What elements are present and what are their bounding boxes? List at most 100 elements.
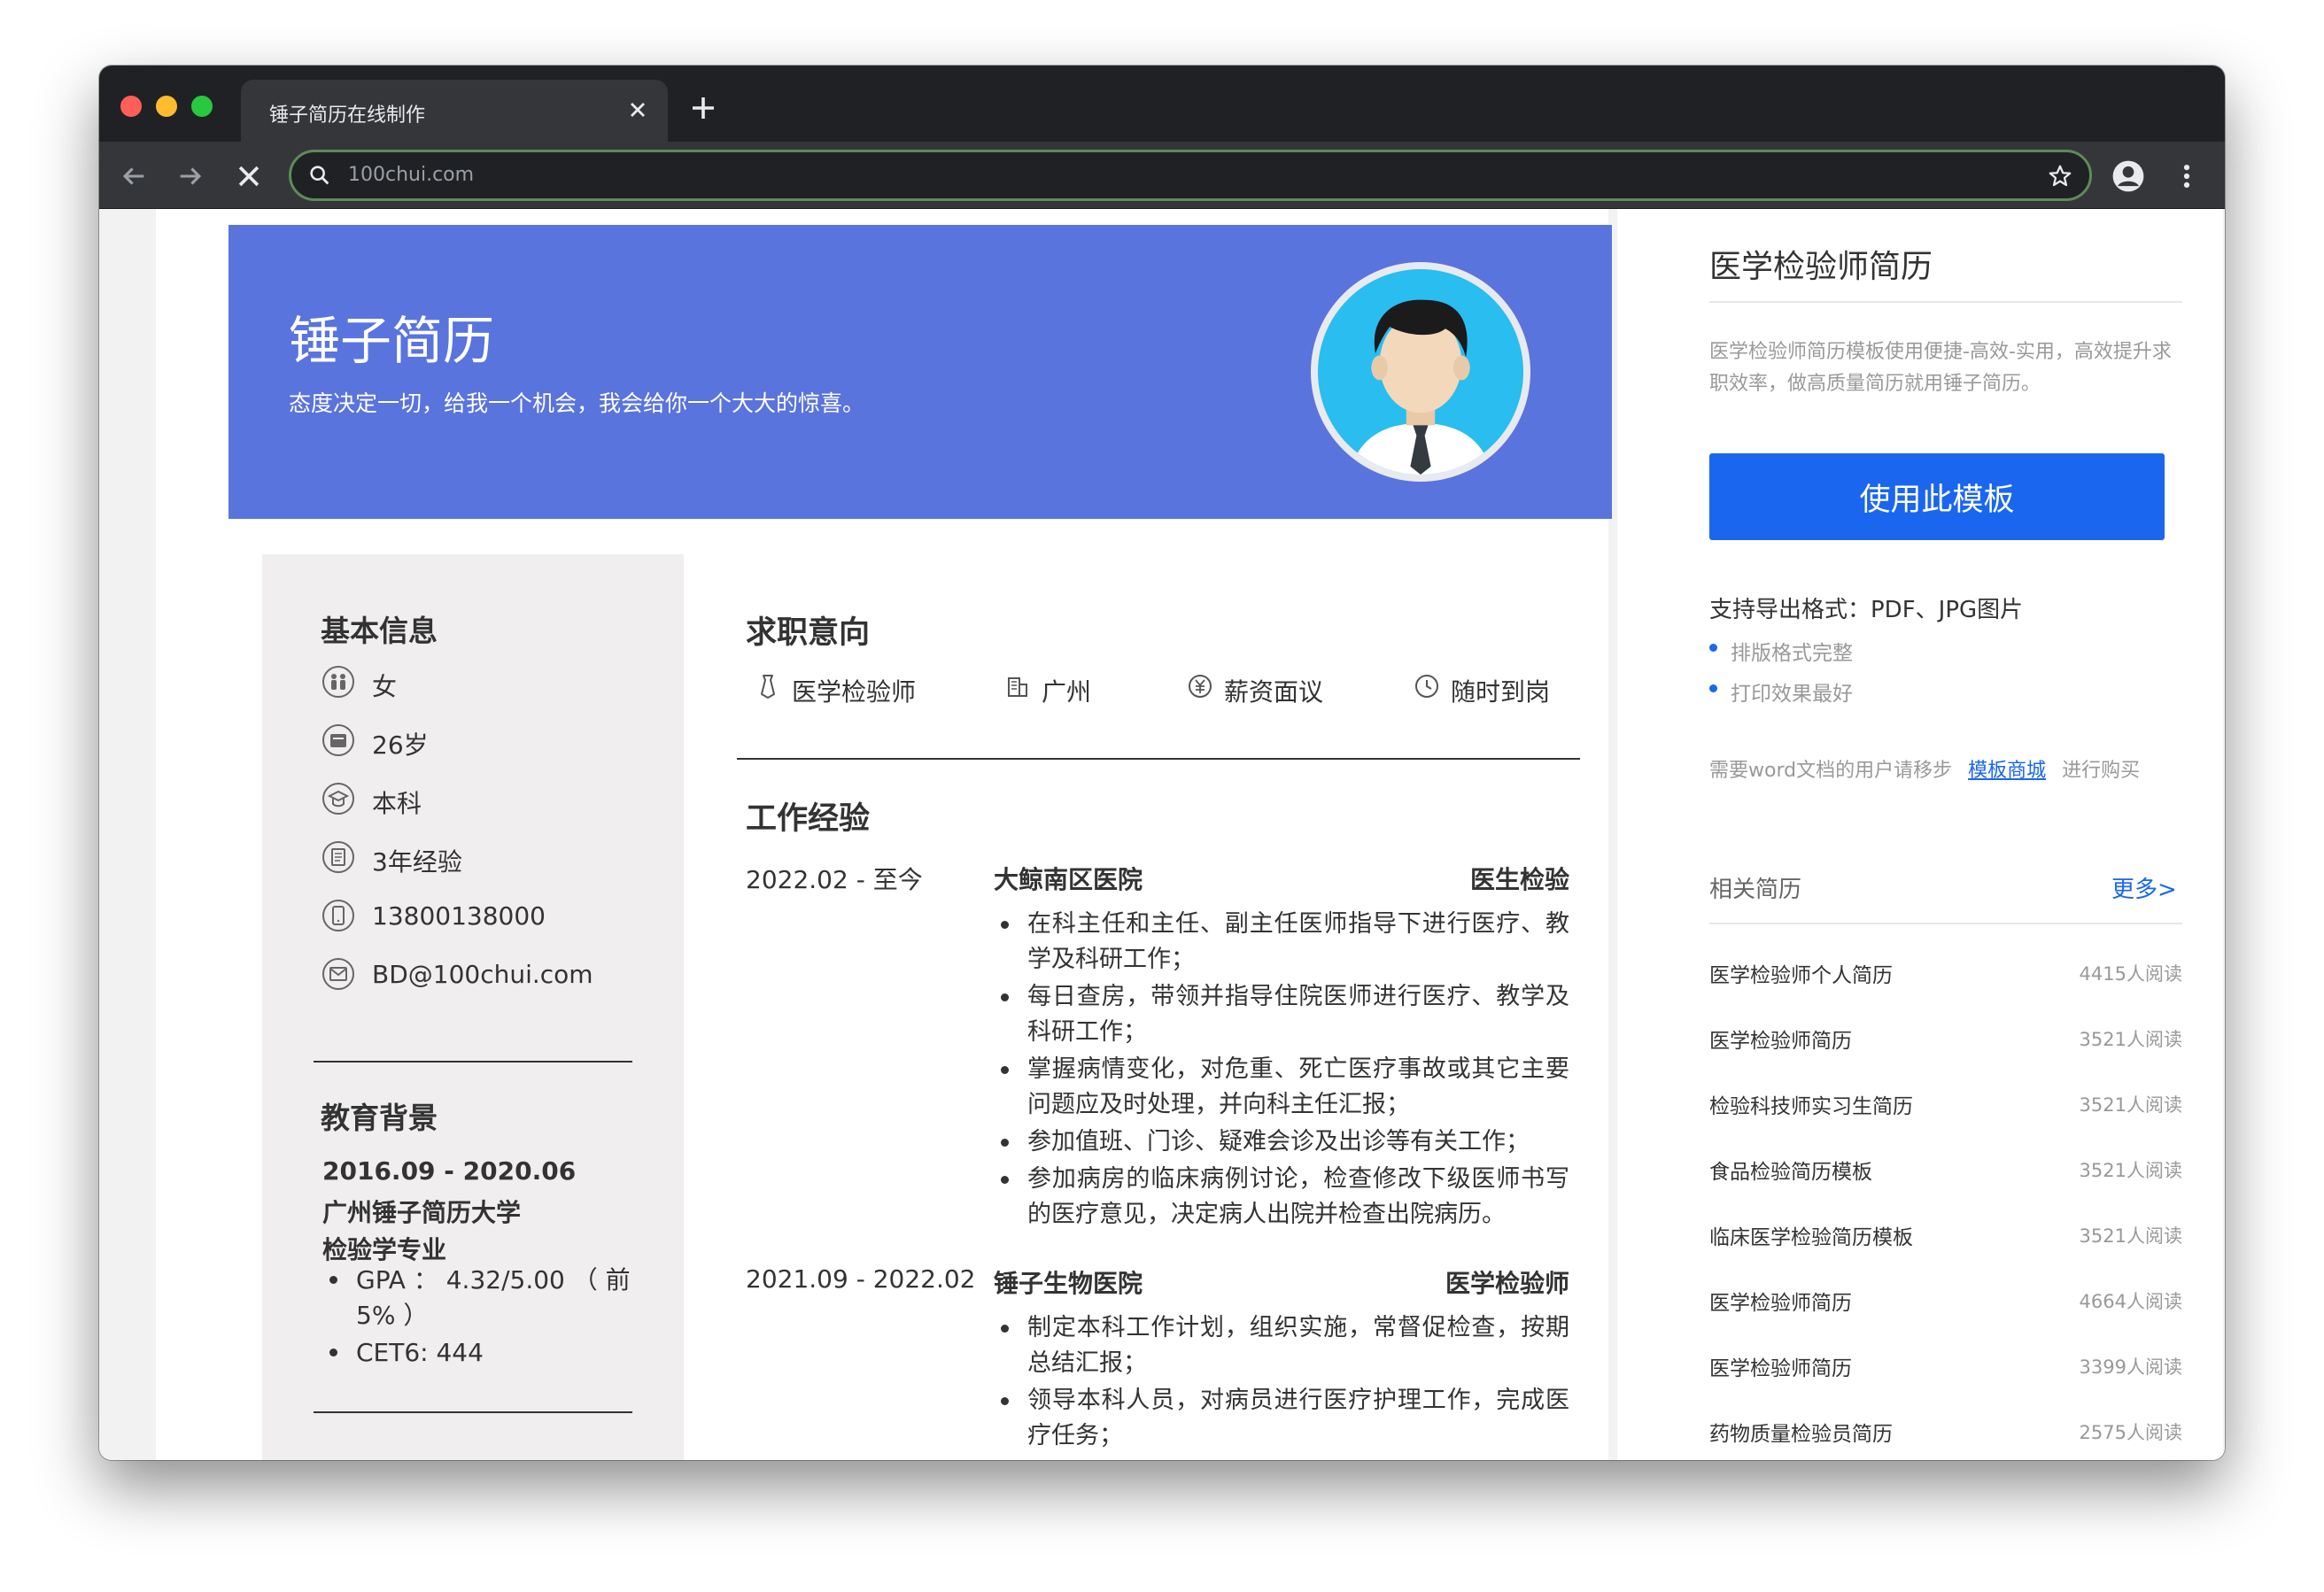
- template-title: 医学检验师简历: [1709, 249, 1933, 285]
- job-role: 医学检验师: [1445, 1269, 1569, 1298]
- template-sidebar: 医学检验师简历 医学检验师简历模板使用便捷-高效-实用，高效提升求职效率，做高质…: [1617, 209, 2223, 1460]
- education-major: 检验学专业: [322, 1235, 447, 1264]
- age-icon: [322, 724, 354, 756]
- related-more-link[interactable]: 更多>: [2111, 871, 2177, 904]
- education-school: 广州锤子简历大学: [322, 1198, 522, 1227]
- education-period: 2016.09 - 2020.06: [322, 1156, 577, 1186]
- gender-text: 女: [372, 672, 398, 701]
- work-title: 工作经验: [746, 801, 871, 837]
- related-name[interactable]: 医学检验师个人简历: [1709, 958, 1893, 988]
- avatar-illustration: [1318, 269, 1523, 475]
- export-feature: 打印效果最好: [1709, 676, 1853, 707]
- related-name[interactable]: 药物质量检验员简历: [1709, 1417, 1893, 1447]
- email-text: BD@100chui.com: [372, 960, 593, 989]
- related-item[interactable]: 药物质量检验员简历 2575人阅读: [1709, 1413, 2182, 1449]
- browser-window: 锤子简历在线制作 100chui.com 锤子简历 态度决定一切，给我一个机会，…: [99, 66, 2225, 1460]
- page-content: 锤子简历 态度决定一切，给我一个机会，我会给你一个大大的惊喜。 基本信息 女 2…: [99, 209, 2225, 1460]
- related-item[interactable]: 临床医学检验简历模板 3521人阅读: [1709, 1217, 2182, 1252]
- word-note: 需要word文档的用户请移步 模板商城 进行购买: [1709, 754, 2140, 783]
- salary-icon: [1189, 675, 1212, 698]
- related-title: 相关简历: [1709, 877, 1802, 903]
- related-count: 3521人阅读: [2079, 1029, 2182, 1050]
- gpa-line-2: 5% ）: [356, 1301, 429, 1330]
- minimize-window-button[interactable]: [156, 96, 177, 117]
- profile-icon[interactable]: [2111, 159, 2145, 193]
- degree-icon: [322, 783, 354, 815]
- related-name[interactable]: 医学检验师简历: [1709, 1351, 1852, 1381]
- address-bar[interactable]: 100chui.com: [289, 150, 2092, 201]
- back-icon[interactable]: [119, 161, 149, 191]
- search-icon: [310, 166, 329, 185]
- template-store-link[interactable]: 模板商城: [1968, 760, 2046, 782]
- related-item[interactable]: 医学检验师简历 3521人阅读: [1709, 1020, 2182, 1055]
- related-name[interactable]: 医学检验师简历: [1709, 1286, 1852, 1316]
- tab-bar: 锤子简历在线制作: [99, 66, 2225, 142]
- browser-toolbar: 100chui.com: [99, 142, 2225, 209]
- related-item[interactable]: 检验科技师实习生简历 3521人阅读: [1709, 1086, 2182, 1121]
- education-cet: CET6: 444: [329, 1335, 639, 1371]
- word-note-text: 需要word文档的用户请移步: [1709, 760, 1953, 782]
- job-duty: 在科主任和主任、副主任医师指导下进行医疗、教学及科研工作；: [1001, 907, 1569, 978]
- related-name[interactable]: 检验科技师实习生简历: [1709, 1089, 1913, 1119]
- job-duty: 参加病房的临床病例讨论，检查修改下级医师书写的医疗意见，决定病人出院并检查出院病…: [1001, 1162, 1569, 1233]
- job-duty: 掌握病情变化，对危重、死亡医疗事故或其它主要问题应及时处理，并向科主任汇报；: [1001, 1052, 1569, 1123]
- basic-info-panel: 基本信息 女 26岁 本科 3年经验 13800138000 BD@100chu…: [262, 554, 684, 1460]
- forward-icon[interactable]: [175, 161, 205, 191]
- position-icon: [761, 675, 775, 699]
- new-tab-icon[interactable]: [687, 92, 719, 124]
- bookmark-star-icon[interactable]: [2047, 163, 2073, 189]
- related-item[interactable]: 医学检验师简历 4664人阅读: [1709, 1282, 2182, 1318]
- job-duty: 领导本科人员，对病员进行医疗护理工作，完成医疗任务；: [1001, 1383, 1569, 1454]
- resume-header: 锤子简历 态度决定一切，给我一个机会，我会给你一个大大的惊喜。: [229, 225, 1612, 519]
- education-title: 教育背景: [321, 1101, 438, 1135]
- job-duty: 参加值班、门诊、疑难会诊及出诊等有关工作；: [1001, 1124, 1569, 1160]
- close-window-button[interactable]: [120, 96, 142, 117]
- title-separator: [1709, 301, 2182, 303]
- education-gpa: GPA ： 4.32/5.00 （ 前 5% ）: [329, 1263, 639, 1333]
- related-count: 3399人阅读: [2079, 1356, 2182, 1378]
- word-note-suffix: 进行购买: [2062, 760, 2141, 782]
- education-divider: [314, 1411, 632, 1413]
- browser-tab[interactable]: 锤子简历在线制作: [241, 80, 668, 142]
- related-count: 3521人阅读: [2079, 1094, 2182, 1116]
- close-tab-icon[interactable]: [625, 97, 650, 122]
- basic-info-divider: [314, 1061, 632, 1063]
- experience-text: 3年经验: [372, 847, 462, 877]
- more-menu-icon[interactable]: [2172, 161, 2202, 191]
- job-duty: 制定本科工作计划，组织实施，常督促检查，按期总结汇报；: [1001, 1310, 1569, 1381]
- maximize-window-button[interactable]: [191, 96, 213, 117]
- use-template-button[interactable]: 使用此模板: [1709, 453, 2165, 540]
- related-count: 4415人阅读: [2079, 963, 2182, 985]
- intent-divider: [737, 758, 1580, 760]
- stop-loading-icon[interactable]: [234, 161, 264, 191]
- job-period: 2021.09 - 2022.02: [746, 1264, 976, 1294]
- related-name[interactable]: 食品检验简历模板: [1709, 1155, 1872, 1185]
- intent-city-text: 广州: [1042, 677, 1092, 707]
- related-item[interactable]: 食品检验简历模板 3521人阅读: [1709, 1151, 2182, 1186]
- city-icon: [1008, 677, 1027, 697]
- related-separator: [1709, 923, 2182, 924]
- related-count: 3521人阅读: [2079, 1225, 2182, 1247]
- template-description: 医学检验师简历模板使用便捷-高效-实用，高效提升求职效率，做高质量简历就用锤子简…: [1709, 341, 2172, 395]
- related-item[interactable]: 医学检验师个人简历 4415人阅读: [1709, 954, 2182, 990]
- related-name[interactable]: 医学检验师简历: [1709, 1024, 1852, 1054]
- job-duty: 每日查房，带领并指导住院医师进行医疗、教学及科研工作；: [1001, 979, 1569, 1050]
- related-count: 3521人阅读: [2079, 1160, 2182, 1181]
- job-company: 锤子生物医院: [994, 1269, 1143, 1298]
- avatar: [1311, 262, 1530, 482]
- job-company: 大鲸南区医院: [994, 865, 1143, 894]
- related-count: 4664人阅读: [2079, 1291, 2182, 1312]
- resume-title: 锤子简历: [289, 311, 495, 371]
- related-count: 2575人阅读: [2079, 1422, 2182, 1443]
- export-feature: 排版格式完整: [1709, 636, 1853, 666]
- resume-subtitle: 态度决定一切，给我一个机会，我会给你一个大大的惊喜。: [289, 390, 865, 416]
- degree-text: 本科: [372, 789, 422, 818]
- related-item[interactable]: 医学检验师简历 3399人阅读: [1709, 1348, 2182, 1383]
- intent-salary-text: 薪资面议: [1224, 677, 1324, 707]
- clock-icon: [1415, 675, 1438, 698]
- gender-icon: [322, 666, 354, 698]
- related-name[interactable]: 临床医学检验简历模板: [1709, 1220, 1913, 1250]
- basic-info-title: 基本信息: [321, 614, 438, 648]
- export-formats: 支持导出格式：PDF、JPG图片: [1709, 597, 2024, 623]
- url-text[interactable]: 100chui.com: [348, 164, 474, 186]
